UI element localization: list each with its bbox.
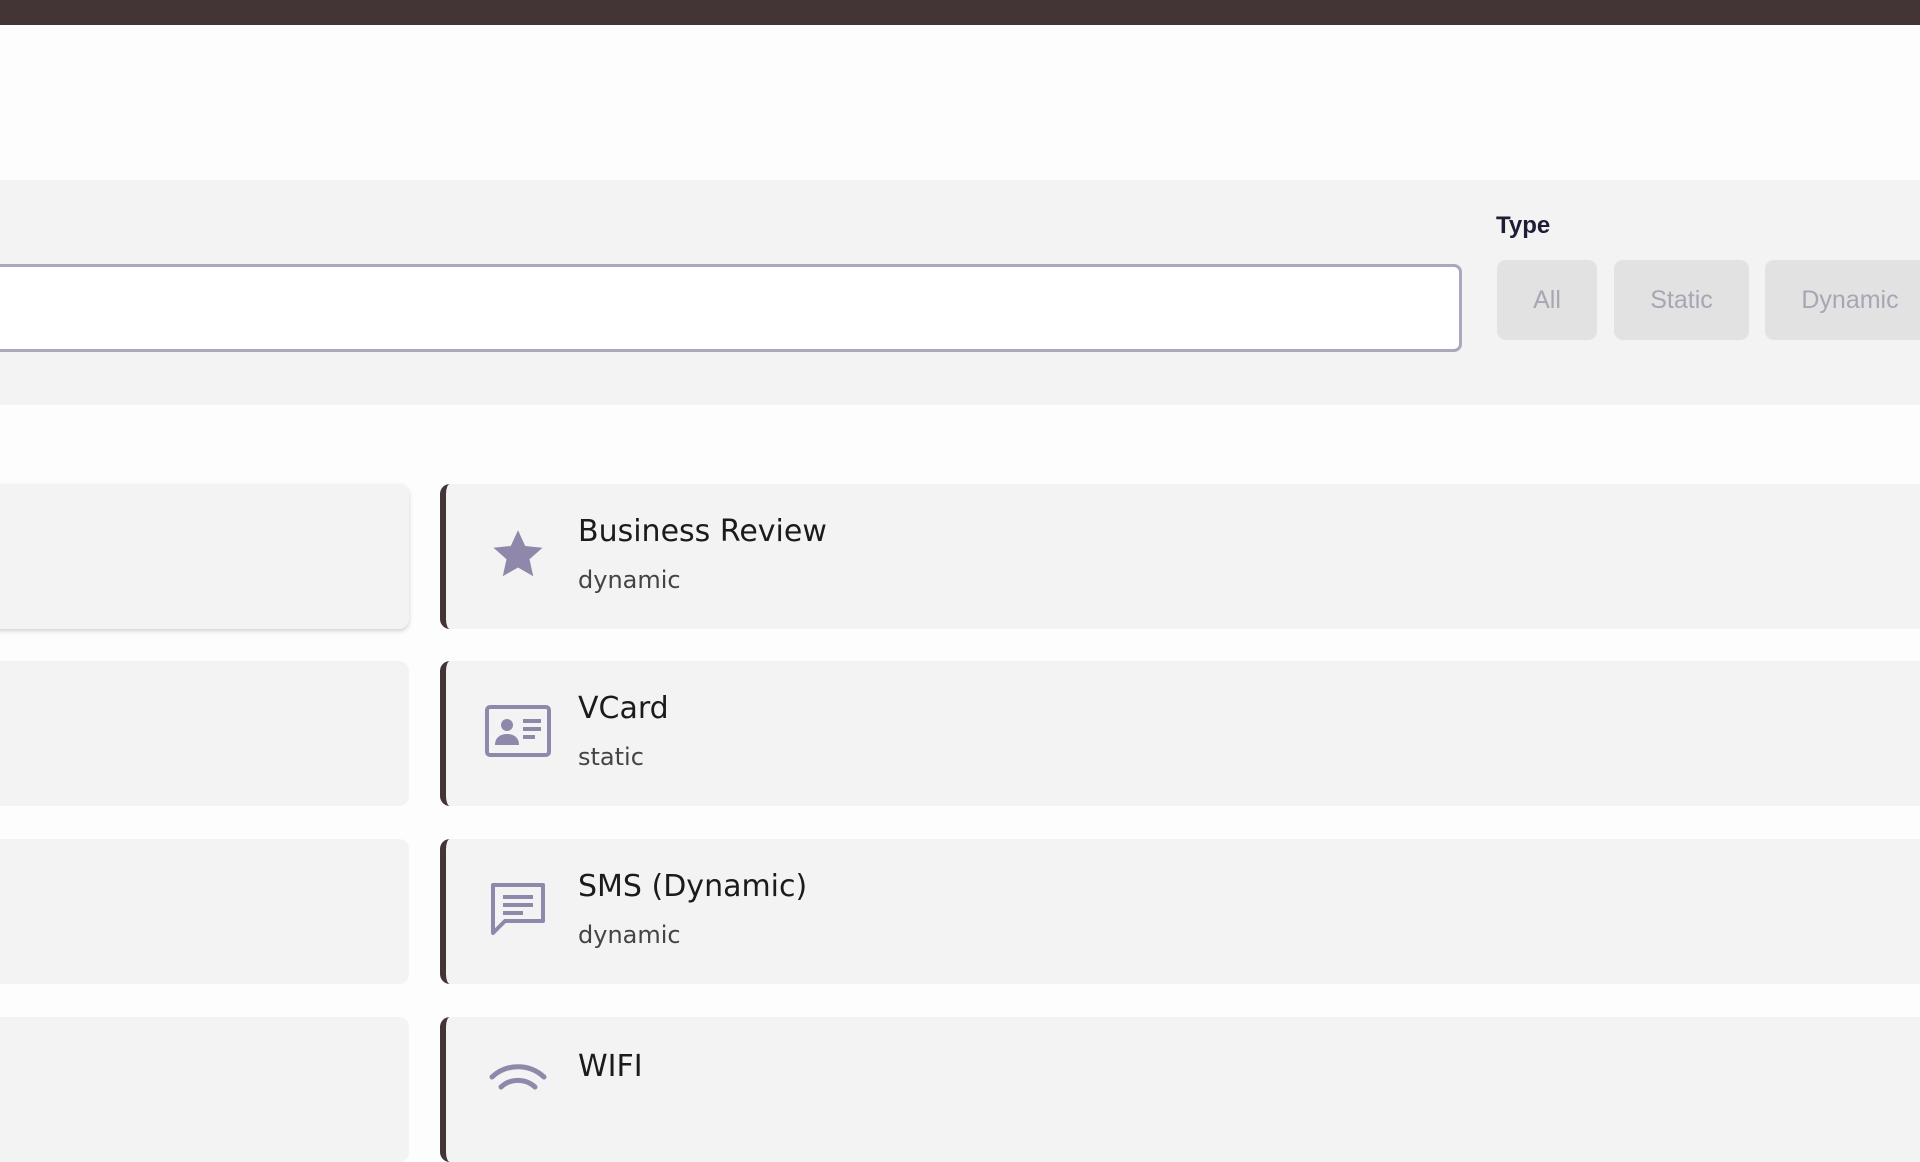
star-icon [484, 520, 552, 588]
type-filter-all-button[interactable]: All [1497, 260, 1597, 340]
qr-type-card-sms-dynamic[interactable]: SMS (Dynamic) dynamic [440, 839, 1920, 984]
qr-type-card-wifi[interactable]: WIFI [440, 1017, 1920, 1162]
search-input[interactable] [0, 264, 1462, 352]
top-bar [0, 0, 1920, 25]
qr-type-kind: static [578, 743, 644, 771]
type-filter-dynamic-button[interactable]: Dynamic [1765, 260, 1920, 340]
qr-type-title: Business Review [578, 514, 827, 549]
left-card[interactable] [0, 839, 409, 984]
left-card[interactable] [0, 484, 409, 629]
qr-type-kind: dynamic [578, 921, 681, 949]
qr-type-kind: dynamic [578, 566, 681, 594]
qr-type-card-vcard[interactable]: VCard static [440, 661, 1920, 806]
qr-type-title: SMS (Dynamic) [578, 869, 808, 904]
wifi-icon [484, 1047, 552, 1115]
message-icon [484, 875, 552, 943]
qr-type-card-business-review[interactable]: Business Review dynamic [440, 484, 1920, 629]
type-filter-static-button[interactable]: Static [1614, 260, 1749, 340]
left-card[interactable] [0, 661, 409, 806]
contact-card-icon [484, 697, 552, 765]
type-filter-label: Type [1496, 212, 1551, 239]
qr-type-title: WIFI [578, 1049, 643, 1084]
qr-type-title: VCard [578, 691, 669, 726]
left-card[interactable] [0, 1017, 409, 1162]
page-header [0, 25, 1920, 180]
